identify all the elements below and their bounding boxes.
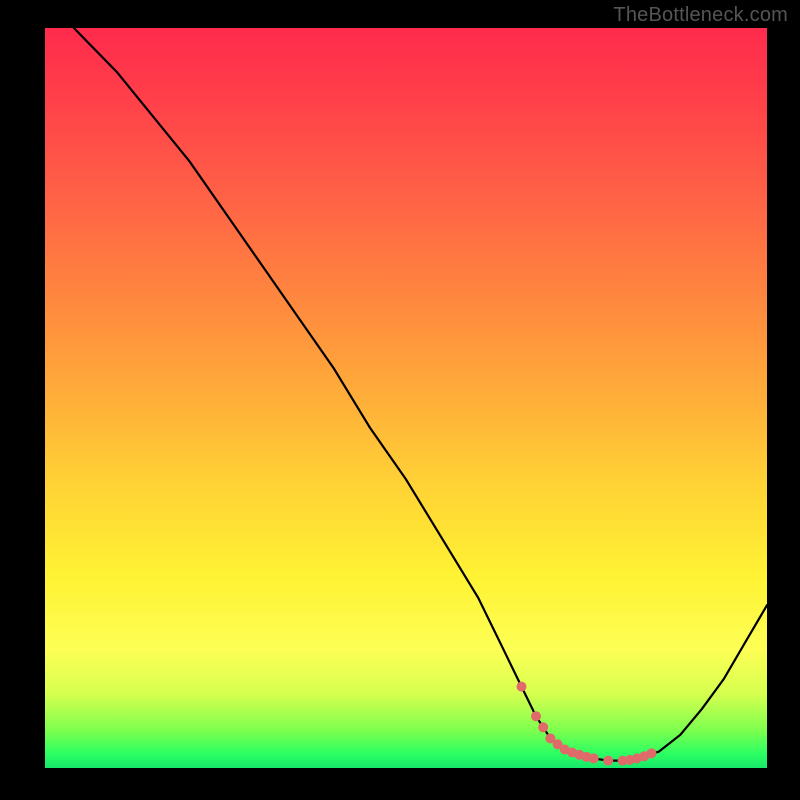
plot-area bbox=[45, 28, 767, 768]
optimal-dot bbox=[589, 753, 599, 763]
optimal-dot bbox=[531, 711, 541, 721]
optimal-dot bbox=[603, 756, 613, 766]
optimal-dot bbox=[517, 682, 527, 692]
optimal-dots-layer bbox=[45, 28, 767, 768]
chart-frame: TheBottleneck.com bbox=[0, 0, 800, 800]
optimal-dots bbox=[517, 682, 657, 766]
watermark-text: TheBottleneck.com bbox=[613, 4, 788, 27]
optimal-dot bbox=[538, 722, 548, 732]
optimal-dot bbox=[647, 748, 657, 758]
